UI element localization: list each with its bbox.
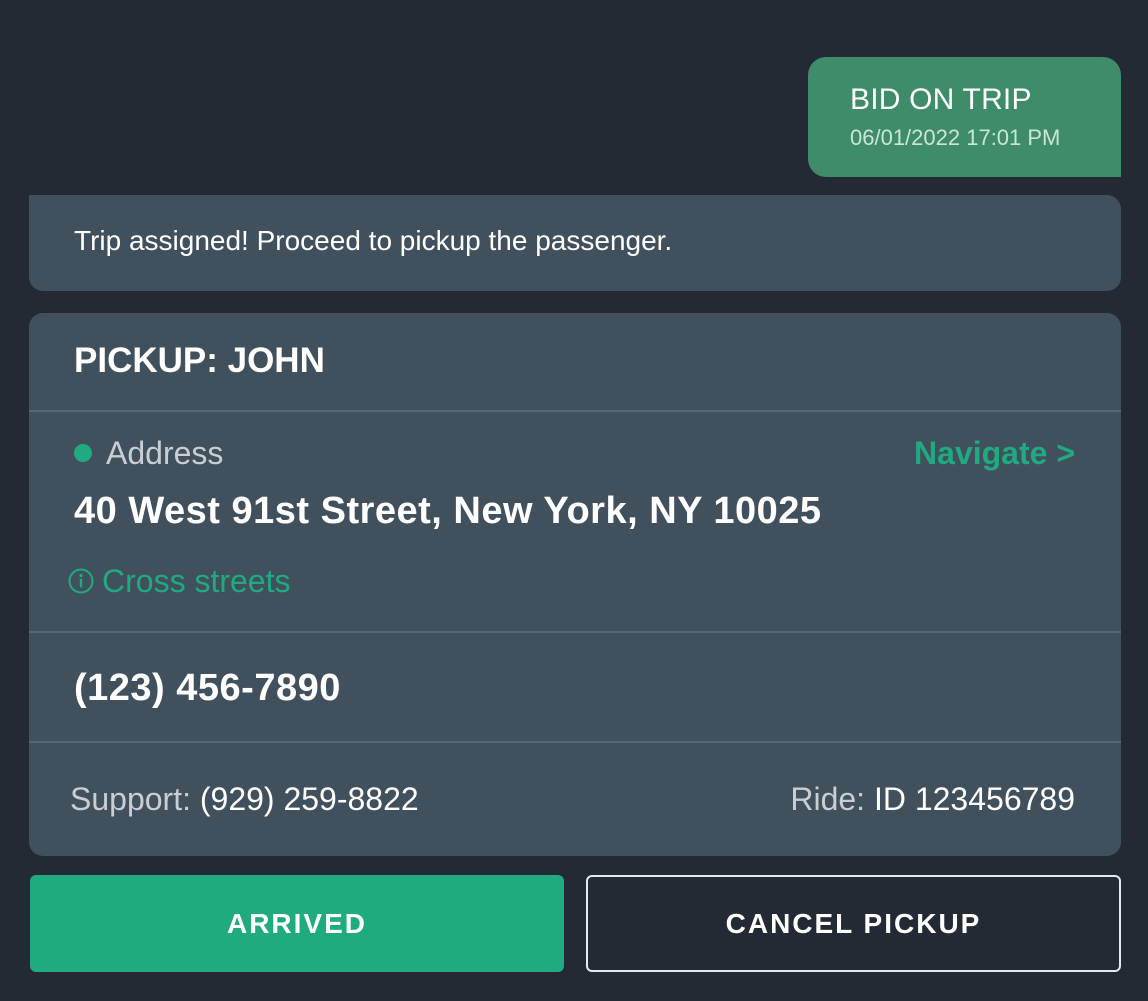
ride-info: Ride: ID 123456789 (790, 781, 1075, 817)
info-icon (68, 568, 94, 594)
status-message: Trip assigned! Proceed to pickup the pas… (29, 195, 1121, 291)
support-phone[interactable]: (929) 259-8822 (200, 781, 419, 817)
divider (29, 410, 1121, 412)
support-label: Support: (70, 781, 191, 817)
outgoing-message-bubble: BID ON TRIP 06/01/2022 17:01 PM (808, 57, 1121, 177)
ride-id: ID 123456789 (873, 781, 1075, 817)
dot-icon (74, 444, 92, 462)
cross-streets-label: Cross streets (102, 563, 291, 599)
passenger-phone[interactable]: (123) 456-7890 (74, 666, 341, 710)
navigate-link[interactable]: Navigate > (914, 435, 1075, 471)
pickup-address: 40 West 91st Street, New York, NY 10025 (74, 490, 822, 532)
arrived-button[interactable]: ARRIVED (30, 875, 564, 972)
outgoing-message-title: BID ON TRIP (850, 83, 1032, 116)
address-label: Address (106, 435, 224, 471)
pickup-card: PICKUP: JOHN Address Navigate > 40 West … (29, 313, 1121, 856)
divider (29, 631, 1121, 633)
cross-streets-link[interactable]: Cross streets (68, 563, 290, 599)
ride-label: Ride: (790, 781, 866, 817)
outgoing-message-timestamp: 06/01/2022 17:01 PM (850, 125, 1061, 150)
pickup-title: PICKUP: JOHN (74, 341, 325, 380)
support-info: Support: (929) 259-8822 (70, 781, 419, 817)
cancel-pickup-button[interactable]: CANCEL PICKUP (586, 875, 1121, 972)
divider (29, 741, 1121, 743)
